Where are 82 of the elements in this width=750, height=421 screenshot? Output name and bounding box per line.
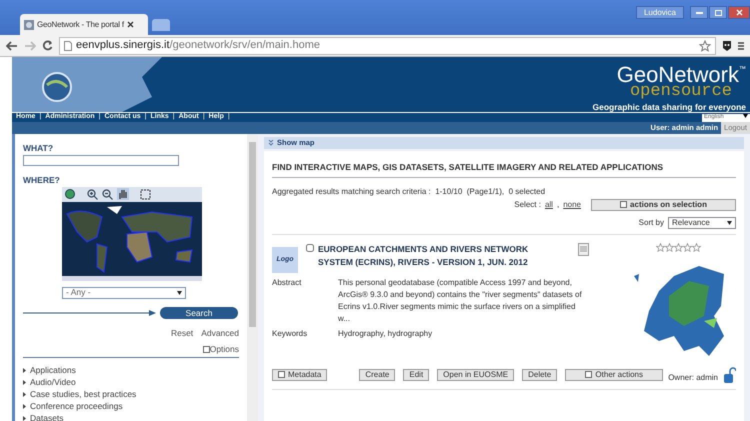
unlocked-padlock-icon[interactable] xyxy=(724,366,736,383)
star-icon[interactable] xyxy=(656,242,665,252)
advanced-link[interactable]: Advanced xyxy=(201,326,239,340)
minimize-button[interactable] xyxy=(690,6,708,19)
action-button[interactable]: Metadata xyxy=(272,368,328,381)
tagline: Geographic data sharing for everyone xyxy=(592,101,746,114)
what-input-field[interactable] xyxy=(23,154,179,166)
zoom-in-icon[interactable] xyxy=(87,188,98,200)
select-all-link[interactable]: all xyxy=(544,198,553,211)
field-label: Abstract xyxy=(272,276,302,289)
close-icon[interactable] xyxy=(126,21,134,28)
action-button[interactable]: Delete xyxy=(522,368,558,381)
expand-icon xyxy=(585,371,592,378)
page-icon xyxy=(64,40,72,50)
dropdown-caret-icon xyxy=(177,290,182,294)
bullet-icon xyxy=(23,380,26,384)
select-none-link[interactable]: none xyxy=(563,198,581,211)
select-label: Select : xyxy=(514,198,541,211)
action-button[interactable]: Create xyxy=(359,368,396,381)
document-icon[interactable] xyxy=(578,242,589,256)
star-icon[interactable] xyxy=(692,242,701,252)
action-button[interactable]: Other actions xyxy=(565,368,664,381)
record-title[interactable]: EUROPEAN CATCHMENTS AND RIVERS NETWORK SYSTEM (ECRINS), RIVERS - VERSION 1, JUN. 2012 xyxy=(318,242,556,268)
star-icon[interactable] xyxy=(665,242,674,252)
world-map-drawing[interactable] xyxy=(62,202,202,280)
tab-title: GeoNetwork - The portal f xyxy=(37,18,124,30)
what-label: WHAT? xyxy=(23,142,54,155)
expand-down-icon xyxy=(268,140,274,146)
region-select[interactable]: - Any - xyxy=(62,286,186,298)
category-link[interactable]: Conference proceedings xyxy=(30,400,123,412)
maximize-icon xyxy=(714,10,722,16)
record-checkbox[interactable] xyxy=(306,244,314,252)
bullet-icon xyxy=(23,368,26,372)
bullet-icon xyxy=(23,416,26,420)
star-icon[interactable] xyxy=(674,242,683,252)
action-button[interactable]: Edit xyxy=(403,368,430,381)
close-icon xyxy=(736,9,742,16)
scrollbar[interactable] xyxy=(247,134,258,421)
actions-on-selection-button[interactable]: actions on selection xyxy=(591,198,736,211)
field-label: Keywords xyxy=(272,328,308,340)
browser-tab[interactable]: GeoNetwork - The portal f xyxy=(20,14,148,35)
comma: , xyxy=(556,198,560,211)
select-box-icon[interactable] xyxy=(140,188,151,200)
sort-label: Sort by xyxy=(638,216,664,229)
zoom-extent-icon[interactable] xyxy=(65,188,76,200)
category-link[interactable]: Applications xyxy=(30,364,76,376)
back-icon[interactable] xyxy=(6,40,18,50)
dropdown-caret-icon xyxy=(727,220,732,225)
owner-label: Owner: admin xyxy=(668,372,718,384)
category-link[interactable]: Datasets xyxy=(30,412,64,421)
close-window-button[interactable] xyxy=(728,6,750,19)
field-value: Hydrography, hydrography xyxy=(338,328,434,340)
bullet-icon xyxy=(23,404,26,408)
reset-link[interactable]: Reset xyxy=(170,326,194,340)
options-link[interactable]: Options xyxy=(210,343,239,356)
results-heading: FIND INTERACTIVE MAPS, GIS DATASETS, SATELLITE IMAGERY AND RELATED APPLICATIONS xyxy=(272,161,736,178)
favicon-icon xyxy=(24,20,34,30)
extension-icon[interactable] xyxy=(722,40,732,52)
category-link[interactable]: Case studies, best practices xyxy=(30,388,136,400)
minimize-icon xyxy=(696,11,702,14)
address-bar[interactable]: eenvplus.sinergis.it/geonetwork/srv/en/main.home xyxy=(59,36,716,54)
expand-icon xyxy=(278,371,285,378)
logo-subtext: opensource xyxy=(630,85,732,98)
dropdown-caret-icon xyxy=(743,114,748,118)
expand-icon xyxy=(620,201,628,208)
results-summary: Aggregated results matching search criteria : 1-10/10 (Page1/1), 0 selected xyxy=(272,186,546,198)
reload-icon[interactable] xyxy=(42,40,53,51)
expand-icon[interactable] xyxy=(202,346,210,354)
field-value: This personal geodatabase (compatible Access 1997 and beyond, ArcGis® 9.3.0 and beyond) contains the "river segments" datasets of Ecrins v1.0.River segments mimic the surface rivers on a simplified w... xyxy=(338,276,583,325)
where-label: WHERE? xyxy=(23,174,61,186)
logo-text: GeoNetwork xyxy=(616,65,739,85)
sort-select[interactable]: Relevance xyxy=(668,216,736,229)
category-link[interactable]: Audio/Video xyxy=(30,376,76,388)
star-icon[interactable] xyxy=(683,242,692,252)
action-button[interactable]: Open in EUOSME xyxy=(437,368,514,381)
zoom-out-icon[interactable] xyxy=(102,188,113,200)
bullet-icon xyxy=(23,392,26,396)
maximize-button[interactable] xyxy=(709,6,727,19)
rating-stars[interactable] xyxy=(656,242,701,252)
menu-icon[interactable] xyxy=(738,40,744,50)
search-button[interactable]: Search xyxy=(160,306,238,318)
star-icon[interactable] xyxy=(699,40,711,52)
